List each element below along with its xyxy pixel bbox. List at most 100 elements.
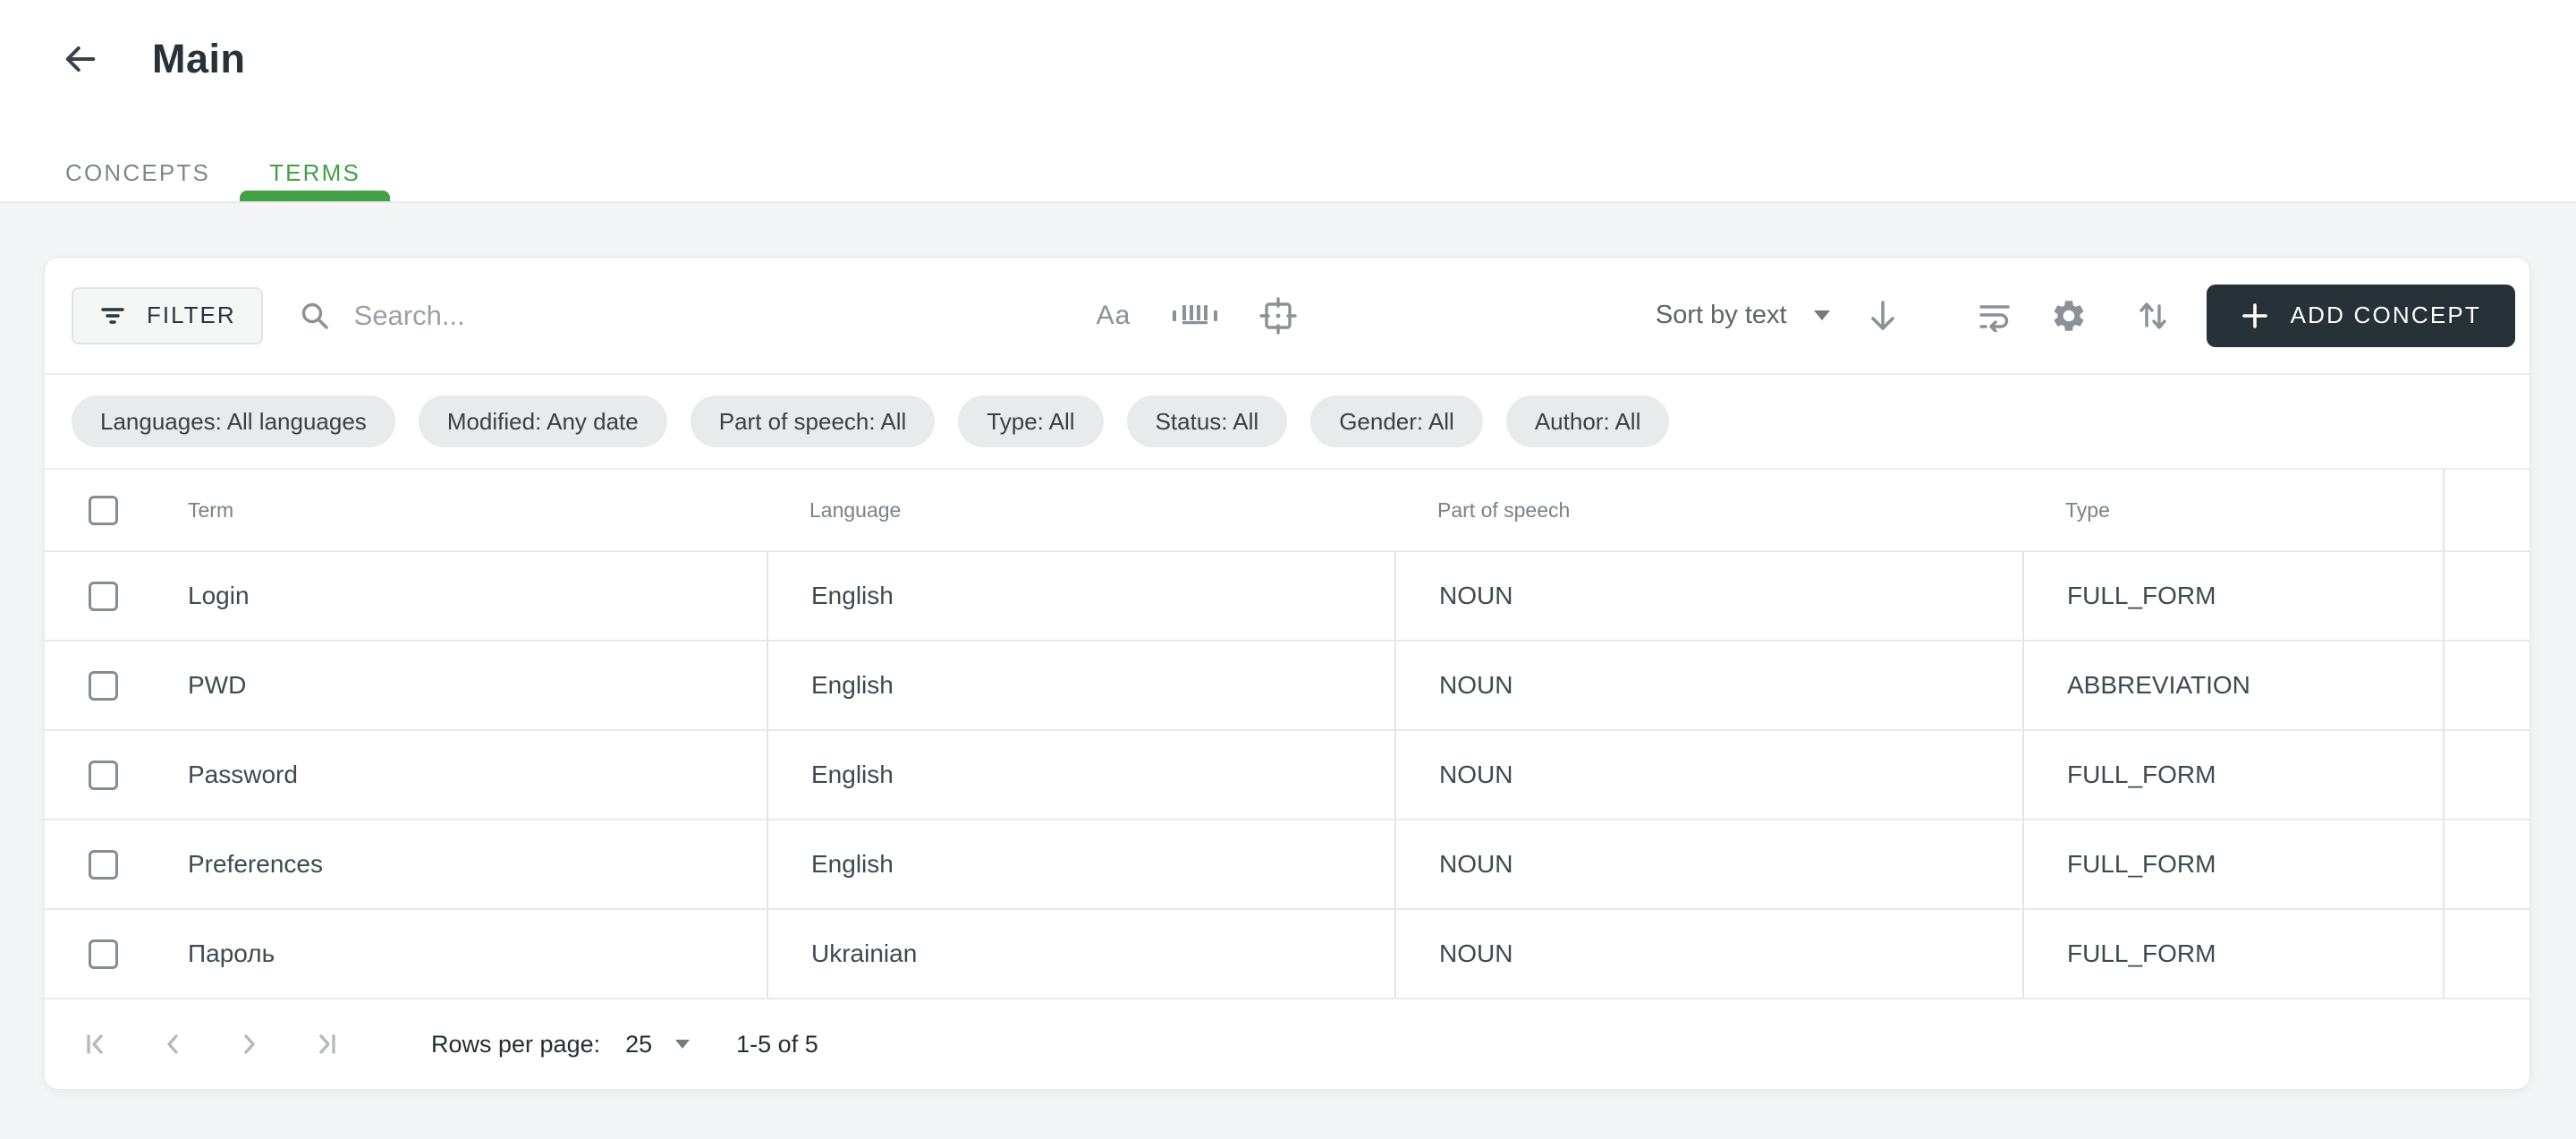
search-icon — [299, 300, 331, 332]
cell-term: Пароль — [188, 939, 275, 968]
filter-chips-row: Languages: All languages Modified: Any d… — [45, 375, 2529, 470]
cell-term: Password — [188, 761, 298, 789]
chip-languages[interactable]: Languages: All languages — [72, 395, 395, 447]
cell-term: Preferences — [188, 850, 323, 879]
chip-author[interactable]: Author: All — [1506, 395, 1670, 447]
row-gutter — [2443, 820, 2529, 908]
main-area: FILTER Aa — [0, 203, 2576, 1139]
cell-part-of-speech: NOUN — [1394, 910, 2022, 998]
cell-type: FULL_FORM — [2022, 552, 2443, 640]
arrow-down-icon — [1866, 298, 1900, 334]
cell-type: FULL_FORM — [2022, 731, 2443, 819]
tab-concepts[interactable]: CONCEPTS — [36, 144, 240, 201]
row-checkbox[interactable] — [89, 761, 118, 790]
row-checkbox[interactable] — [89, 939, 118, 969]
cell-term: Login — [188, 582, 250, 610]
tab-terms[interactable]: TERMS — [240, 144, 390, 201]
row-gutter — [2443, 910, 2529, 998]
wrap-text-icon — [1977, 300, 2012, 332]
row-checkbox[interactable] — [89, 582, 118, 611]
gear-icon — [2050, 297, 2088, 335]
column-header-type: Type — [2022, 470, 2443, 550]
chip-part-of-speech[interactable]: Part of speech: All — [691, 395, 936, 447]
row-gutter — [2443, 642, 2529, 729]
terms-card: FILTER Aa — [44, 257, 2530, 1090]
rows-per-page-select[interactable]: 25 — [625, 1031, 690, 1058]
pagination-range: 1-5 of 5 — [736, 1031, 818, 1058]
chip-type[interactable]: Type: All — [958, 395, 1103, 447]
whole-word-button[interactable] — [1172, 301, 1218, 331]
cell-part-of-speech: NOUN — [1394, 642, 2022, 729]
settings-button[interactable] — [2050, 297, 2088, 335]
add-concept-button[interactable]: ADD CONCEPT — [2207, 285, 2515, 347]
filter-icon — [98, 302, 127, 330]
page-header: Main CONCEPTS TERMS — [0, 0, 2576, 203]
search-input[interactable] — [354, 300, 1068, 332]
filter-button[interactable]: FILTER — [72, 287, 263, 344]
column-header-part-of-speech: Part of speech — [1394, 470, 2022, 550]
sort-direction-button[interactable] — [1866, 298, 1900, 334]
previous-page-button[interactable] — [157, 1029, 188, 1059]
chevron-down-icon — [1814, 310, 1830, 320]
tabs: CONCEPTS TERMS — [36, 144, 390, 201]
row-checkbox[interactable] — [89, 671, 118, 701]
arrows-up-down-icon — [2137, 298, 2169, 334]
add-concept-label: ADD CONCEPT — [2291, 302, 2481, 329]
tab-terms-label: TERMS — [269, 159, 360, 187]
back-button[interactable] — [59, 38, 102, 81]
column-header-language: Language — [767, 470, 1394, 550]
table-row[interactable]: PWD English NOUN ABBREVIATION — [45, 642, 2529, 731]
table-row[interactable]: Password English NOUN FULL_FORM — [45, 731, 2529, 820]
next-page-button[interactable] — [234, 1029, 265, 1059]
chip-gender[interactable]: Gender: All — [1310, 395, 1483, 447]
match-case-button[interactable]: Aa — [1097, 301, 1131, 331]
match-case-icon: Aa — [1097, 301, 1131, 331]
sort-dropdown[interactable]: Sort by text — [1656, 301, 1830, 330]
first-page-button[interactable] — [80, 1029, 111, 1059]
cell-type: FULL_FORM — [2022, 820, 2443, 908]
tab-concepts-label: CONCEPTS — [65, 159, 210, 187]
table-row[interactable]: Пароль Ukrainian NOUN FULL_FORM — [45, 910, 2529, 999]
active-tab-indicator — [240, 191, 390, 201]
page-title: Main — [152, 36, 246, 82]
row-checkbox[interactable] — [89, 850, 118, 880]
search-field — [299, 300, 1068, 332]
cell-language: Ukrainian — [767, 910, 1394, 998]
cell-part-of-speech: NOUN — [1394, 552, 2022, 640]
cell-language: English — [767, 552, 1394, 640]
cell-language: English — [767, 820, 1394, 908]
chip-status[interactable]: Status: All — [1127, 395, 1288, 447]
pagination-bar: Rows per page: 25 1-5 of 5 — [45, 999, 2529, 1089]
column-header-term: Term — [188, 498, 233, 523]
row-gutter — [2443, 731, 2529, 819]
cell-part-of-speech: NOUN — [1394, 820, 2022, 908]
cell-type: ABBREVIATION — [2022, 642, 2443, 729]
chip-modified[interactable]: Modified: Any date — [419, 395, 667, 447]
chevron-down-icon — [675, 1040, 690, 1049]
wrap-text-button[interactable] — [1977, 300, 2012, 332]
table-row[interactable]: Preferences English NOUN FULL_FORM — [45, 820, 2529, 910]
table-header: Term Language Part of speech Type — [45, 470, 2529, 552]
toolbar: FILTER Aa — [45, 258, 2529, 375]
cell-part-of-speech: NOUN — [1394, 731, 2022, 819]
import-export-button[interactable] — [2137, 298, 2169, 334]
search-options: Aa — [1097, 297, 1298, 335]
row-gutter — [2443, 552, 2529, 640]
plus-icon — [2241, 302, 2269, 330]
select-all-checkbox[interactable] — [89, 496, 118, 525]
table-row[interactable]: Login English NOUN FULL_FORM — [45, 552, 2529, 642]
cell-language: English — [767, 731, 1394, 819]
arrow-back-icon — [61, 39, 100, 79]
table-header-gutter — [2443, 470, 2529, 550]
rows-per-page-label: Rows per page: — [431, 1031, 600, 1058]
cell-language: English — [767, 642, 1394, 729]
cell-type: FULL_FORM — [2022, 910, 2443, 998]
cell-term: PWD — [188, 671, 246, 700]
exact-selection-button[interactable] — [1259, 297, 1297, 335]
toolbar-right: Sort by text — [1656, 285, 2515, 347]
sort-dropdown-label: Sort by text — [1656, 301, 1787, 330]
rows-per-page-value: 25 — [625, 1031, 652, 1058]
last-page-button[interactable] — [311, 1029, 342, 1059]
filter-button-label: FILTER — [147, 302, 236, 329]
whole-word-icon — [1172, 301, 1218, 331]
